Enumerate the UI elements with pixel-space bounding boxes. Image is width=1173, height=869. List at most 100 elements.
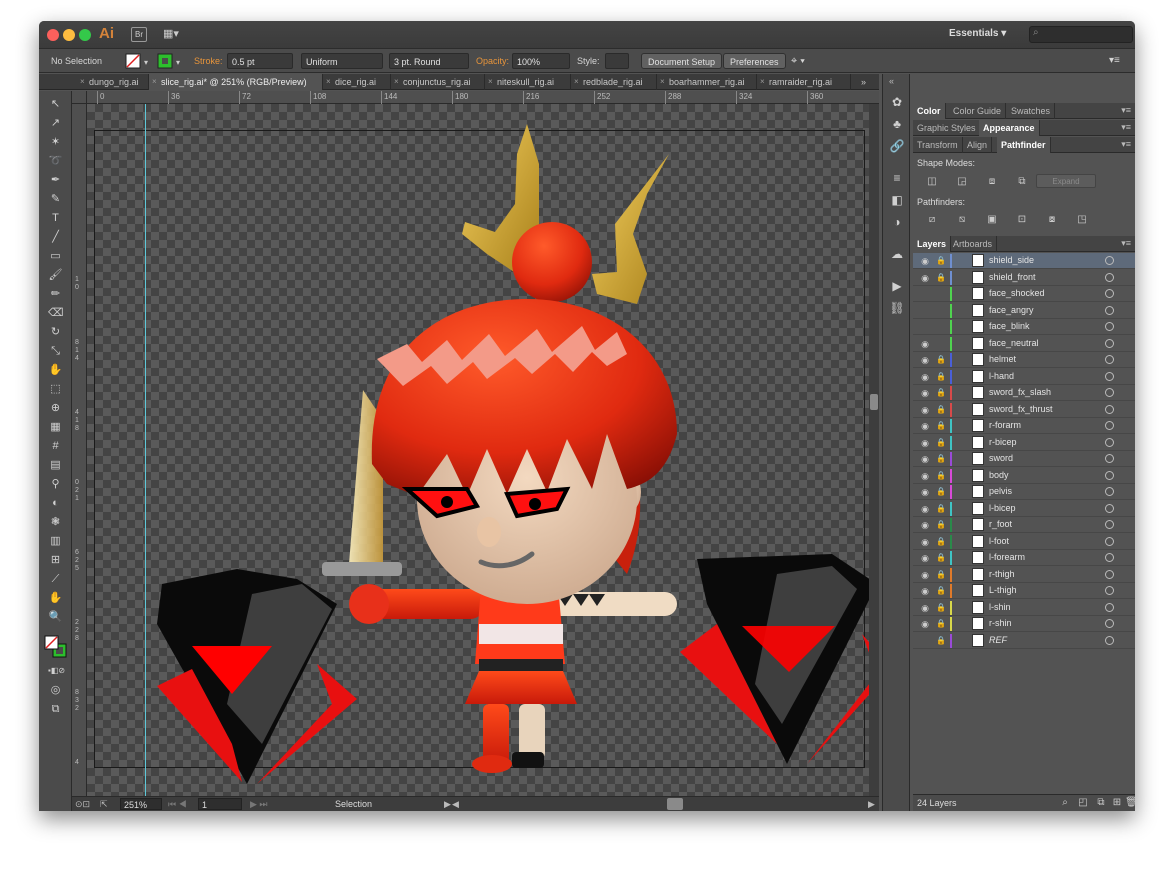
new-sublayer-icon[interactable]: ⧉	[1095, 797, 1107, 809]
minus-back-icon[interactable]: ◳	[1075, 214, 1089, 226]
layer-target-icon[interactable]	[1105, 520, 1114, 529]
layer-row[interactable]: ◉ 🔒 body	[913, 468, 1135, 484]
lock-icon[interactable]: 🔒	[936, 470, 946, 482]
lock-icon[interactable]: 🔒	[936, 536, 946, 548]
lock-icon[interactable]: 🔒	[936, 420, 946, 432]
right-leg[interactable]	[483, 704, 509, 764]
vertical-scroll-thumb[interactable]	[870, 394, 878, 410]
minimize-window-button[interactable]	[63, 29, 75, 41]
tab-pathfinder[interactable]: Pathfinder	[997, 137, 1051, 153]
tab-layers[interactable]: Layers	[913, 236, 952, 252]
close-tab-icon[interactable]: ×	[760, 74, 765, 90]
lock-icon[interactable]: 🔒	[936, 519, 946, 531]
paintbrush-tool-icon[interactable]: 🖌	[48, 268, 63, 283]
left-pupil[interactable]	[441, 496, 453, 508]
layer-row[interactable]: ◉ 🔒 helmet	[913, 352, 1135, 368]
belt[interactable]	[479, 659, 563, 671]
actions-icon[interactable]: ▶	[889, 278, 905, 294]
lock-icon[interactable]: 🔒	[936, 552, 946, 564]
tab-niteskull-rig[interactable]: × niteskull_rig.ai	[485, 74, 571, 90]
layer-row[interactable]: ◉ 🔒 l-forearm	[913, 550, 1135, 566]
tab-slice-rig[interactable]: × slice_rig.ai* @ 251% (RGB/Preview)	[149, 74, 323, 90]
opacity-label[interactable]: Opacity:	[476, 53, 509, 69]
layer-target-icon[interactable]	[1105, 289, 1114, 298]
layer-row[interactable]: ◉ 🔒 shield_front	[913, 270, 1135, 286]
layer-name[interactable]: face_neutral	[989, 338, 1039, 348]
stroke-label[interactable]: Stroke:	[194, 53, 223, 69]
hair-bun[interactable]	[512, 222, 592, 302]
color-modes-icon[interactable]: ▪◧⊘	[48, 663, 65, 678]
stroke-panel-icon[interactable]: ≡	[889, 170, 905, 186]
lock-icon[interactable]: 🔒	[936, 371, 946, 383]
fill-stroke-swatches[interactable]	[44, 635, 68, 659]
layer-name[interactable]: r-forarm	[989, 420, 1021, 430]
close-tab-icon[interactable]: ×	[80, 74, 85, 90]
brush-definition[interactable]: 3 pt. Round	[389, 53, 469, 69]
layer-name[interactable]: body	[989, 470, 1009, 480]
skirt[interactable]	[465, 671, 577, 704]
layer-name[interactable]: face_shocked	[989, 288, 1045, 298]
lock-icon[interactable]: 🔒	[936, 635, 946, 647]
tab-color-guide[interactable]: Color Guide	[949, 103, 1007, 119]
layer-row[interactable]: ◉ 🔒 sword_fx_thrust	[913, 402, 1135, 418]
layer-row[interactable]: ◉ 🔒 L-thigh	[913, 583, 1135, 599]
layer-row[interactable]: ◉ 🔒 pelvis	[913, 484, 1135, 500]
layer-name[interactable]: l-shin	[989, 602, 1011, 612]
visibility-eye-icon[interactable]: ◉	[919, 618, 931, 630]
layer-target-icon[interactable]	[1105, 338, 1114, 348]
layer-name[interactable]: REF	[989, 635, 1007, 645]
symbols-icon[interactable]: ♣	[889, 116, 905, 132]
lock-icon[interactable]	[936, 305, 946, 317]
artboard-tool-icon[interactable]: ⊞	[48, 553, 63, 568]
control-bar-menu-icon[interactable]: ▾≡	[1109, 53, 1120, 69]
visibility-eye-icon[interactable]: ◉	[919, 453, 931, 465]
layer-name[interactable]: sword_fx_slash	[989, 387, 1051, 397]
visibility-eye-icon[interactable]: ◉	[919, 470, 931, 482]
visibility-eye-icon[interactable]: ◉	[919, 585, 931, 597]
layer-target-icon[interactable]	[1105, 470, 1114, 480]
visibility-eye-icon[interactable]: ◉	[919, 437, 931, 449]
isolate-icon[interactable]: ⌖ ▾	[791, 53, 805, 69]
layer-target-icon[interactable]	[1105, 503, 1114, 513]
search-input[interactable]: ⌕	[1029, 26, 1133, 43]
layer-name[interactable]: face_blink	[989, 321, 1030, 331]
vertical-ruler[interactable]: 10 814 418 021 625 228 832 4	[72, 104, 87, 796]
graphic-style-picker[interactable]	[605, 53, 629, 69]
intersect-icon[interactable]: ⧈	[985, 176, 999, 188]
next-artboard-icon[interactable]: ▶ ⏭	[250, 798, 268, 810]
layer-name[interactable]: l-foot	[989, 536, 1009, 546]
visibility-eye-icon[interactable]: ◉	[919, 552, 931, 564]
panel-menu-icon[interactable]: ▾≡	[1121, 122, 1131, 133]
stroke-weight-field[interactable]: 0.5 pt	[227, 53, 293, 69]
lock-icon[interactable]: 🔒	[936, 618, 946, 630]
close-tab-icon[interactable]: ×	[152, 74, 157, 90]
expand-button[interactable]: Expand	[1036, 174, 1096, 188]
clipping-mask-icon[interactable]: ◰	[1077, 797, 1089, 809]
eyedropper-tool-icon[interactable]: ⚲	[48, 477, 63, 492]
status-menu-icon[interactable]: ▶	[444, 798, 451, 810]
layer-name[interactable]: face_angry	[989, 305, 1034, 315]
tab-swatches[interactable]: Swatches	[1007, 103, 1056, 119]
opacity-field[interactable]: 100%	[512, 53, 570, 69]
layer-row[interactable]: ◉ 🔒 l-bicep	[913, 501, 1135, 517]
variable-width-profile[interactable]: Uniform	[301, 53, 383, 69]
lock-icon[interactable]: 🔒	[936, 569, 946, 581]
perspective-grid-tool-icon[interactable]: ▦	[48, 420, 63, 435]
layer-row[interactable]: ◉ 🔒 r_foot	[913, 517, 1135, 533]
torso-band[interactable]	[479, 624, 563, 644]
left-boot[interactable]	[512, 752, 544, 768]
free-transform-tool-icon[interactable]: ⬚	[48, 382, 63, 397]
layer-name[interactable]: L-thigh	[989, 585, 1017, 595]
minus-front-icon[interactable]: ◲	[955, 176, 969, 188]
right-boot[interactable]	[472, 755, 512, 773]
layer-row[interactable]: ◉ 🔒 r-thigh	[913, 567, 1135, 583]
export-icon[interactable]: ⇱	[100, 798, 108, 810]
visibility-eye-icon[interactable]	[919, 305, 931, 317]
close-tab-icon[interactable]: ×	[326, 74, 331, 90]
close-tab-icon[interactable]: ×	[488, 74, 493, 90]
layer-row[interactable]: ◉ 🔒 sword	[913, 451, 1135, 467]
locate-object-icon[interactable]: ⌕	[1059, 797, 1071, 809]
curvature-tool-icon[interactable]: ✎	[48, 192, 63, 207]
left-leg[interactable]	[519, 704, 545, 759]
layer-row[interactable]: 🔒 REF	[913, 633, 1135, 649]
